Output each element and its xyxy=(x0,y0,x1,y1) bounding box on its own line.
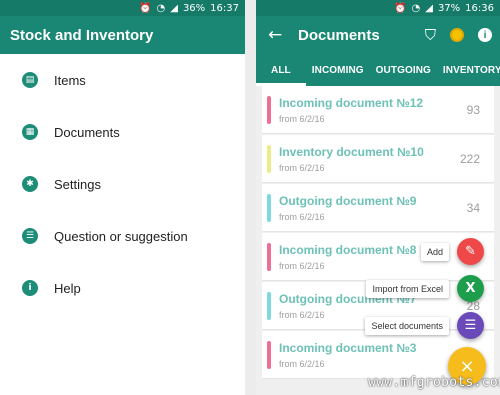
nav-item-label: Items xyxy=(54,72,86,88)
fab-label-add[interactable]: Add xyxy=(420,242,449,261)
wifi-icon: ◔ xyxy=(411,2,421,14)
info-icon: i xyxy=(22,280,38,296)
app-bar-actions: ⛉ i xyxy=(425,16,492,54)
nav-item-documents[interactable]: ▦ Documents xyxy=(0,106,245,158)
tab-outgoing[interactable]: OUTGOING xyxy=(370,54,437,86)
alarm-icon: ⏰ xyxy=(394,2,407,14)
document-date: from 6/2/16 xyxy=(279,359,325,369)
tab-all[interactable]: ALL xyxy=(256,54,306,86)
document-date: from 6/2/16 xyxy=(279,261,325,271)
document-date: from 6/2/16 xyxy=(279,163,325,173)
watermark: www.mfgrobots.com xyxy=(368,375,500,390)
info-icon[interactable]: i xyxy=(478,28,492,42)
battery-level: 36% xyxy=(182,2,206,14)
nav-item-items[interactable]: ▤ Items xyxy=(0,54,245,106)
list-item[interactable]: Inventory document №10 from 6/2/16 222 xyxy=(262,135,494,183)
document-date: from 6/2/16 xyxy=(279,310,325,320)
document-title: Incoming document №3 xyxy=(279,341,417,355)
nav-item-question[interactable]: ☰ Question or suggestion xyxy=(0,210,245,262)
wifi-icon: ◔ xyxy=(156,2,166,14)
status-bar: ⏰ ◔ ◢ 37% 16:36 xyxy=(256,0,500,16)
document-date: from 6/2/16 xyxy=(279,114,325,124)
coin-icon[interactable] xyxy=(450,28,464,42)
app-bar: Stock and Inventory xyxy=(0,16,245,54)
app-bar: ← Documents ⛉ i xyxy=(256,16,500,54)
document-type-bar xyxy=(267,243,271,271)
document-type-bar xyxy=(267,341,271,369)
nav-item-help[interactable]: i Help xyxy=(0,262,245,314)
alarm-icon: ⏰ xyxy=(139,2,152,14)
document-title: Outgoing document №9 xyxy=(279,194,417,208)
list-item[interactable]: Incoming document №12 from 6/2/16 93 xyxy=(262,86,494,134)
fab-action-select[interactable]: Select documents ☰ xyxy=(365,312,484,339)
nav-item-settings[interactable]: ✱ Settings xyxy=(0,158,245,210)
status-time: 16:36 xyxy=(465,2,494,14)
document-title: Incoming document №8 xyxy=(279,243,417,257)
signal-icon: ◢ xyxy=(170,2,178,14)
list-check-icon[interactable]: ☰ xyxy=(457,312,484,339)
fab-label-import[interactable]: Import from Excel xyxy=(366,279,449,298)
signal-icon: ◢ xyxy=(425,2,433,14)
fab-action-import-excel[interactable]: Import from Excel X xyxy=(366,275,484,302)
tab-bar: ALL INCOMING OUTGOING INVENTORY xyxy=(256,54,500,86)
document-date: from 6/2/16 xyxy=(279,212,325,222)
fab-label-select[interactable]: Select documents xyxy=(365,316,449,335)
battery-level: 37% xyxy=(437,2,461,14)
navigation-drawer: ▤ Items ▦ Documents ✱ Settings ☰ Questio… xyxy=(0,54,245,314)
document-count: 93 xyxy=(466,103,480,117)
document-type-bar xyxy=(267,145,271,173)
nav-item-label: Settings xyxy=(54,176,101,192)
right-screen: ⏰ ◔ ◢ 37% 16:36 ← Documents ⛉ i ALL INCO… xyxy=(256,0,500,395)
document-type-bar xyxy=(267,292,271,320)
filter-icon[interactable]: ⛉ xyxy=(425,26,436,44)
screenshot-root: ⏰ ◔ ◢ 36% 16:37 Stock and Inventory ▤ It… xyxy=(0,0,500,395)
tab-incoming[interactable]: INCOMING xyxy=(306,54,370,86)
list-item[interactable]: Outgoing document №9 from 6/2/16 34 xyxy=(262,184,494,232)
fab-action-add[interactable]: Add ✎ xyxy=(420,238,484,265)
document-title: Incoming document №12 xyxy=(279,96,424,110)
nav-item-label: Question or suggestion xyxy=(54,228,188,244)
tab-inventory[interactable]: INVENTORY xyxy=(437,54,500,86)
chat-icon: ☰ xyxy=(22,228,38,244)
page-title: Documents xyxy=(298,26,380,44)
document-type-bar xyxy=(267,96,271,124)
left-screen: ⏰ ◔ ◢ 36% 16:37 Stock and Inventory ▤ It… xyxy=(0,0,245,395)
pencil-icon[interactable]: ✎ xyxy=(457,238,484,265)
status-bar: ⏰ ◔ ◢ 36% 16:37 xyxy=(0,0,245,16)
excel-icon[interactable]: X xyxy=(457,275,484,302)
back-arrow-icon[interactable]: ← xyxy=(268,25,290,45)
document-count: 222 xyxy=(459,152,480,166)
app-title: Stock and Inventory xyxy=(10,26,154,44)
document-type-bar xyxy=(267,194,271,222)
status-time: 16:37 xyxy=(210,2,239,14)
document-count: 34 xyxy=(466,201,480,215)
gear-icon: ✱ xyxy=(22,176,38,192)
document-title: Inventory document №10 xyxy=(279,145,424,159)
nav-item-label: Documents xyxy=(54,124,120,140)
document-icon: ▦ xyxy=(22,124,38,140)
nav-item-label: Help xyxy=(54,280,81,296)
box-icon: ▤ xyxy=(22,72,38,88)
